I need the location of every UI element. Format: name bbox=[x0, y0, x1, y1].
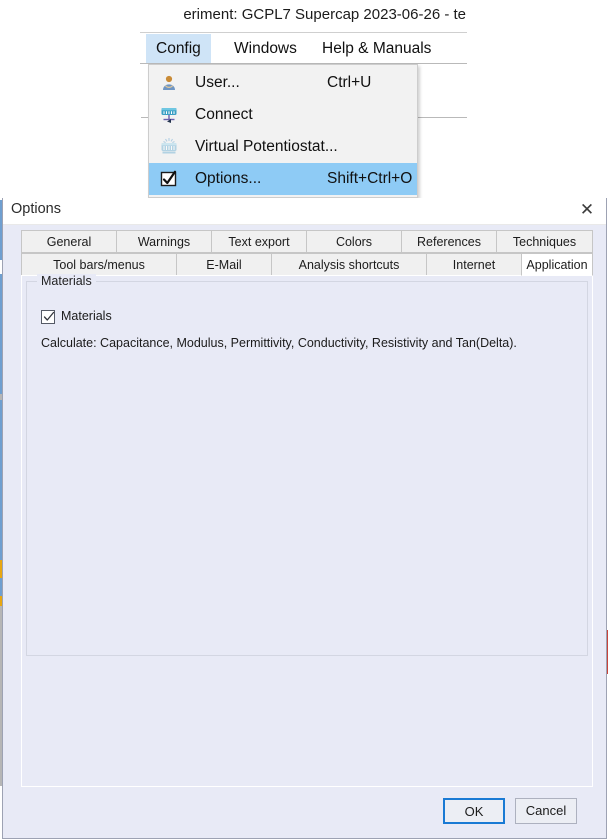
menu-item-user[interactable]: User... Ctrl+U bbox=[149, 67, 417, 99]
options-dialog: Options ✕ General Warnings Text export C… bbox=[2, 198, 607, 839]
options-checkbox-icon bbox=[159, 169, 179, 189]
tab-general[interactable]: General bbox=[21, 230, 117, 253]
tab-warnings[interactable]: Warnings bbox=[116, 230, 212, 253]
virtual-potentiostat-icon bbox=[159, 137, 179, 157]
config-dropdown-menu: User... Ctrl+U Connect Virtual Potentios… bbox=[148, 64, 418, 198]
tab-row-bottom: Tool bars/menus E-Mail Analysis shortcut… bbox=[21, 253, 593, 276]
tab-email[interactable]: E-Mail bbox=[176, 253, 272, 276]
menu-item-options-shortcut: Shift+Ctrl+O bbox=[327, 170, 413, 187]
dialog-title: Options bbox=[11, 201, 61, 217]
menu-item-options-label: Options... bbox=[195, 170, 262, 187]
tab-application[interactable]: Application bbox=[521, 253, 593, 276]
user-icon bbox=[159, 73, 179, 93]
materials-checkbox-label: Materials bbox=[61, 309, 112, 323]
menu-bar: Config Windows Help & Manuals bbox=[140, 34, 467, 64]
menu-item-connect-label: Connect bbox=[195, 106, 253, 123]
menubar-item-help-and-manuals[interactable]: Help & Manuals bbox=[312, 34, 441, 63]
tab-text-export[interactable]: Text export bbox=[211, 230, 307, 253]
materials-description: Calculate: Capacitance, Modulus, Permitt… bbox=[41, 336, 517, 350]
tab-strip: General Warnings Text export Colors Refe… bbox=[21, 230, 593, 276]
menu-item-virtual-potentiostat[interactable]: Virtual Potentiostat... bbox=[149, 131, 417, 163]
menu-item-virtual-potentiostat-label: Virtual Potentiostat... bbox=[195, 138, 338, 155]
close-icon[interactable]: ✕ bbox=[574, 199, 600, 223]
menubar-item-windows[interactable]: Windows bbox=[224, 34, 307, 63]
menu-item-user-shortcut: Ctrl+U bbox=[327, 74, 372, 91]
checkmark-icon bbox=[43, 311, 55, 321]
menubar-item-config[interactable]: Config bbox=[146, 34, 211, 63]
materials-group-box: Materials Materials Calculate: Capacitan… bbox=[26, 274, 588, 656]
menu-item-user-label: User... bbox=[195, 74, 240, 91]
application-tab-panel: Materials Materials Calculate: Capacitan… bbox=[21, 274, 593, 787]
tab-tool-bars-menus[interactable]: Tool bars/menus bbox=[21, 253, 177, 276]
title-separator bbox=[140, 32, 467, 33]
tab-internet[interactable]: Internet bbox=[426, 253, 522, 276]
cancel-button[interactable]: Cancel bbox=[515, 798, 577, 824]
materials-group-title: Materials bbox=[37, 274, 96, 288]
ok-button[interactable]: OK bbox=[443, 798, 505, 824]
tab-references[interactable]: References bbox=[401, 230, 497, 253]
menu-item-options[interactable]: Options... Shift+Ctrl+O bbox=[149, 163, 417, 195]
materials-checkbox[interactable] bbox=[41, 310, 55, 324]
dialog-footer: OK Cancel bbox=[3, 790, 606, 838]
tab-row-top: General Warnings Text export Colors Refe… bbox=[21, 230, 593, 253]
connect-icon bbox=[159, 105, 179, 125]
menu-item-connect[interactable]: Connect bbox=[149, 99, 417, 131]
tab-techniques[interactable]: Techniques bbox=[496, 230, 593, 253]
background-window-title: eriment: GCPL7 Supercap 2023-06-26 - te bbox=[183, 6, 466, 23]
tab-analysis-shortcuts[interactable]: Analysis shortcuts bbox=[271, 253, 427, 276]
tab-colors[interactable]: Colors bbox=[306, 230, 402, 253]
dialog-title-bar: Options ✕ bbox=[3, 198, 606, 225]
